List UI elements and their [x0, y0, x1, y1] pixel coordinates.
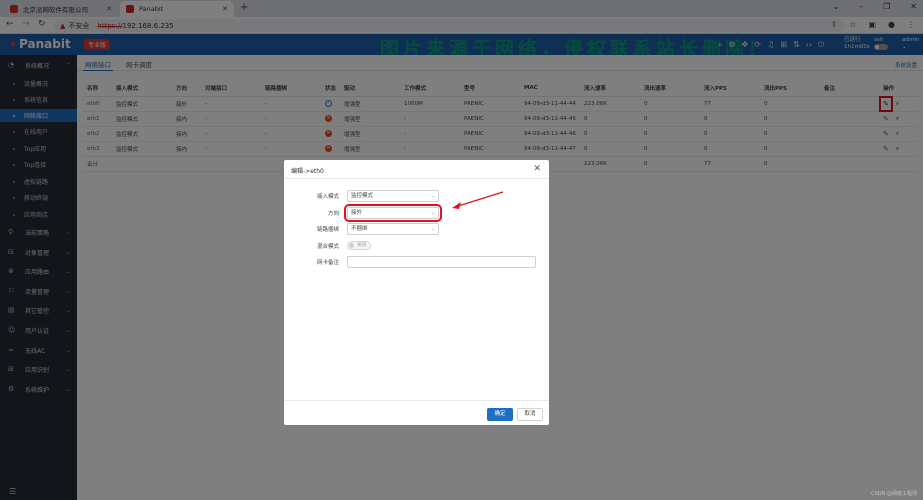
credit-watermark: CSDN @网络工程师	[871, 491, 917, 497]
arrow-head	[452, 202, 461, 209]
arrow-line	[454, 191, 504, 208]
annotation-arrow	[452, 191, 504, 209]
